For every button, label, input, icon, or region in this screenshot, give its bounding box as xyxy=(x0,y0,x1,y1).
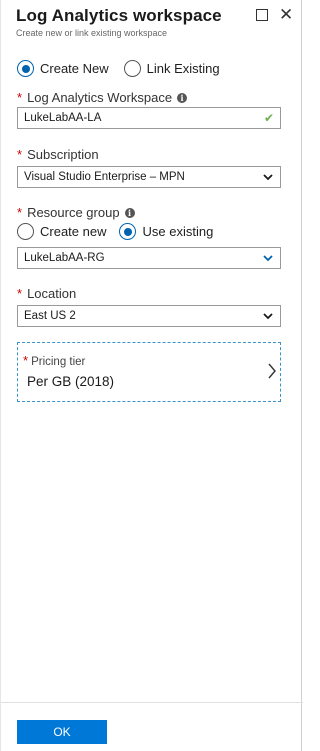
resource-group-label: Resource group xyxy=(27,205,120,220)
footer-divider xyxy=(1,702,303,703)
required-marker: * xyxy=(17,286,23,301)
link-existing-label: Link Existing xyxy=(146,61,220,76)
info-icon[interactable]: i xyxy=(177,92,188,103)
blade-subtitle: Create new or link existing workspace xyxy=(16,28,168,38)
use-existing-rg-radio[interactable] xyxy=(119,223,137,240)
use-existing-rg-option[interactable]: Use existing xyxy=(119,223,213,240)
link-existing-option[interactable]: Link Existing xyxy=(123,60,220,77)
workspace-name-input[interactable]: LukeLabAA-LA ✔ xyxy=(17,107,281,129)
subscription-select[interactable]: Visual Studio Enterprise – MPN xyxy=(17,166,281,188)
resource-group-label-row: * Resource group i xyxy=(17,205,135,220)
blade-title: Log Analytics workspace xyxy=(16,6,222,25)
create-new-label: Create New xyxy=(40,61,109,76)
location-label: Location xyxy=(27,286,77,301)
chevron-right-icon xyxy=(268,363,276,379)
blade-header: Log Analytics workspace Create new or li… xyxy=(16,6,222,38)
location-label-row: * Location xyxy=(17,286,76,301)
create-new-rg-option[interactable]: Create new xyxy=(17,223,106,240)
use-existing-rg-label: Use existing xyxy=(142,224,214,239)
create-new-rg-radio[interactable] xyxy=(17,223,34,240)
resource-group-value: LukeLabAA-RG xyxy=(24,252,105,264)
resource-group-select[interactable]: LukeLabAA-RG xyxy=(17,247,281,269)
pricing-tier-label-row: * Pricing tier xyxy=(23,353,85,368)
subscription-label-row: * Subscription xyxy=(17,147,99,162)
workspace-label: Log Analytics Workspace xyxy=(27,90,173,105)
location-select[interactable]: East US 2 xyxy=(17,305,281,327)
create-new-option[interactable]: Create New xyxy=(17,60,109,77)
workspace-name-value: LukeLabAA-LA xyxy=(24,112,102,124)
workspace-label-row: * Log Analytics Workspace i xyxy=(17,90,188,105)
chevron-down-icon xyxy=(263,255,273,262)
close-icon[interactable]: ✕ xyxy=(279,5,293,25)
blade-panel: Log Analytics workspace Create new or li… xyxy=(0,0,303,751)
info-icon[interactable]: i xyxy=(124,207,135,218)
pricing-tier-selector[interactable]: * Pricing tier Per GB (2018) xyxy=(17,342,281,402)
maximize-icon[interactable] xyxy=(256,9,268,21)
location-value: East US 2 xyxy=(24,310,76,322)
chevron-down-icon xyxy=(263,313,273,320)
subscription-value: Visual Studio Enterprise – MPN xyxy=(24,171,185,183)
subscription-label: Subscription xyxy=(27,147,99,162)
ok-button[interactable]: OK xyxy=(17,720,107,744)
valid-check-icon: ✔ xyxy=(263,111,274,125)
required-marker: * xyxy=(23,353,29,368)
pricing-tier-value: Per GB (2018) xyxy=(27,374,115,389)
required-marker: * xyxy=(17,147,23,162)
resource-group-radio-group: Create new Use existing xyxy=(17,223,213,240)
required-marker: * xyxy=(17,90,23,105)
chevron-down-icon xyxy=(263,174,273,181)
create-new-rg-label: Create new xyxy=(40,224,107,239)
link-existing-radio[interactable] xyxy=(123,60,141,77)
required-marker: * xyxy=(17,205,23,220)
pricing-tier-label: Pricing tier xyxy=(31,356,86,368)
mode-radio-group: Create New Link Existing xyxy=(17,60,220,77)
create-new-radio[interactable] xyxy=(17,60,34,77)
